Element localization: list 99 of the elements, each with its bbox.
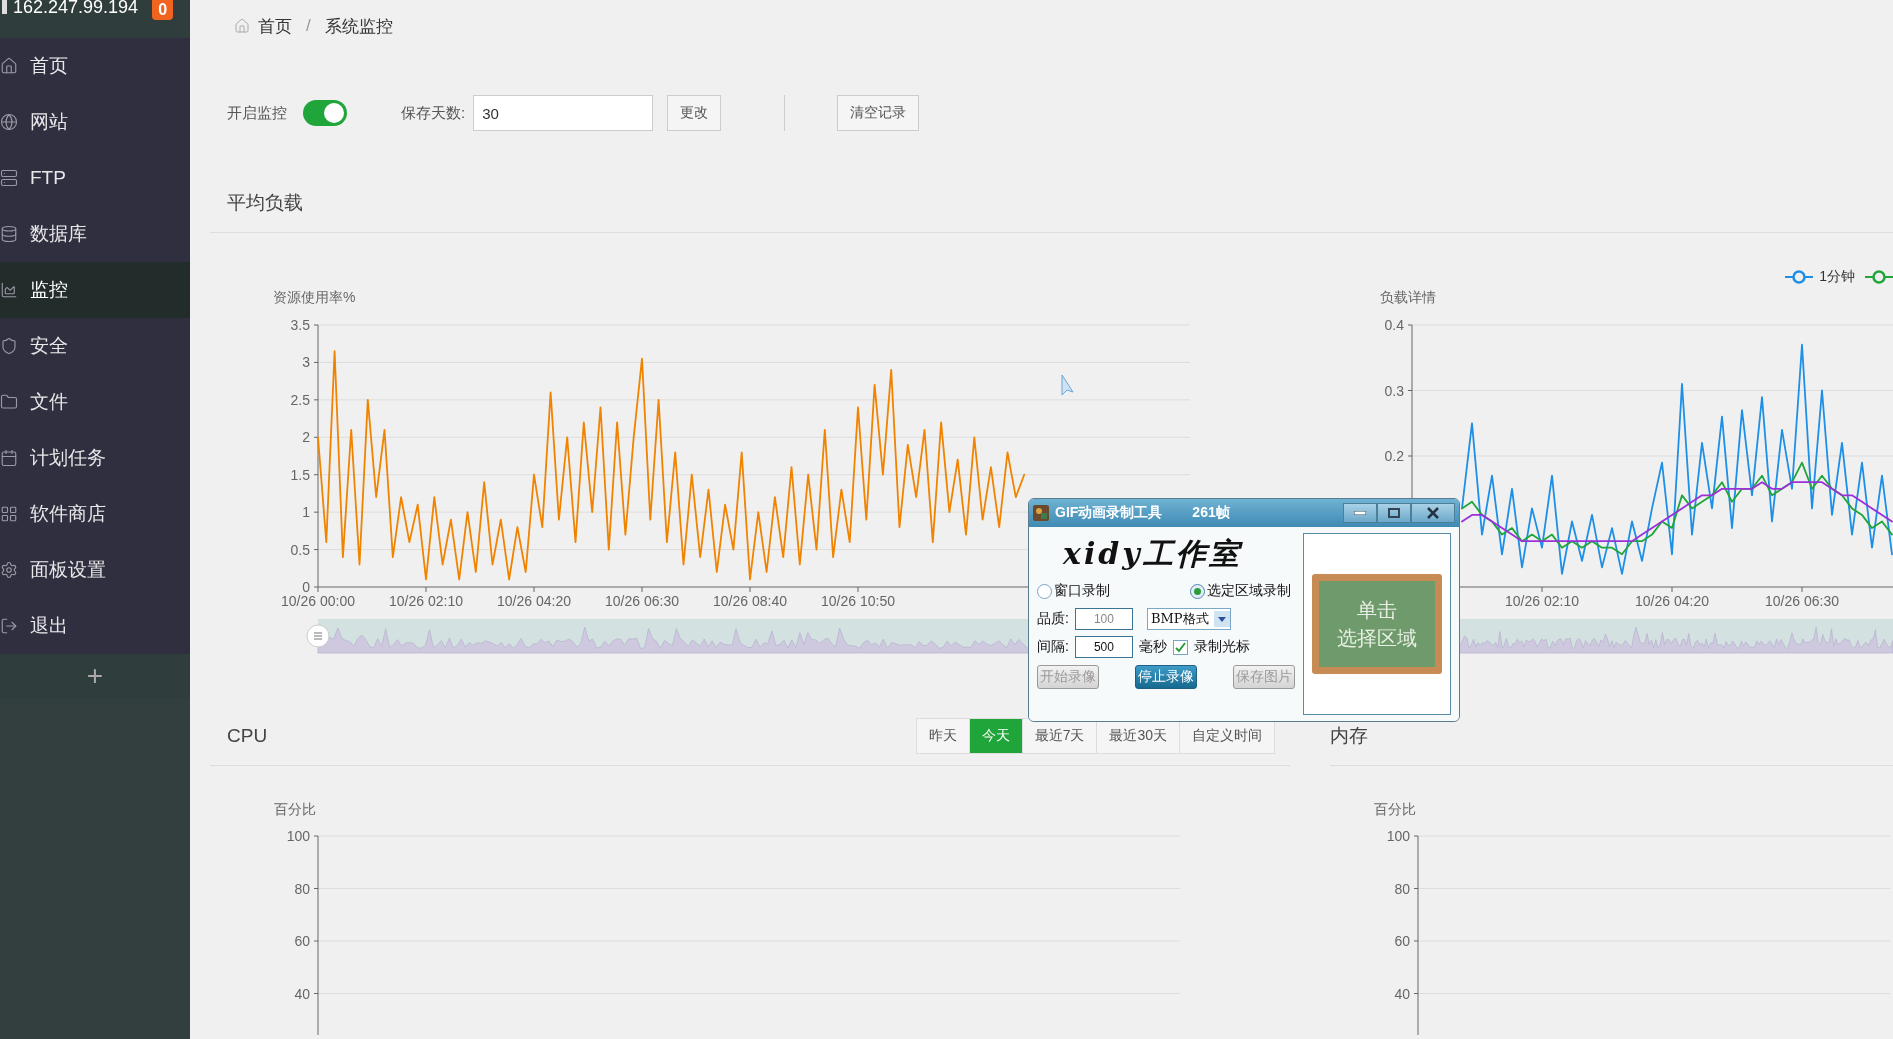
add-button[interactable]: + xyxy=(0,654,190,698)
days-label: 保存天数: xyxy=(401,103,466,123)
sidebar-item[interactable]: 数据库 xyxy=(0,206,190,262)
tick-label: 2.5 xyxy=(290,391,310,408)
radio-button[interactable] xyxy=(1190,583,1205,599)
notification-badge: 0 xyxy=(152,0,174,20)
tick-label: 10/26 10:50 xyxy=(821,593,895,609)
logout-icon xyxy=(0,617,18,635)
sidebar-item[interactable]: 计划任务 xyxy=(0,430,190,486)
days-input[interactable]: 30 xyxy=(473,95,654,131)
tick-label: 80 xyxy=(1394,880,1410,897)
close-button[interactable] xyxy=(1411,503,1455,523)
sidebar-item[interactable]: 退出 xyxy=(0,598,190,654)
radio-label: 选定区域录制 xyxy=(1207,582,1291,600)
tick-label: 100 xyxy=(1386,828,1410,844)
tick-label: 10/26 04:20 xyxy=(1635,593,1709,609)
calendar-icon xyxy=(0,449,18,467)
quality-label: 品质: xyxy=(1037,610,1069,628)
legend-label: 1分钟 xyxy=(1819,268,1855,286)
tick-label: 3 xyxy=(302,354,310,371)
tick-label: 0.2 xyxy=(1384,448,1404,464)
tick-label: 100 xyxy=(286,828,310,844)
tick-label: 1.5 xyxy=(290,466,310,483)
sidebar-item[interactable]: 监控 xyxy=(0,262,190,318)
tick-label: 1 xyxy=(302,504,310,521)
tick-label: 60 xyxy=(1394,933,1410,949)
section-title: 平均负载 xyxy=(227,191,303,215)
legend-marker-icon[interactable] xyxy=(1785,270,1814,284)
cursor-icon xyxy=(1061,374,1074,396)
tick-label: 60 xyxy=(294,933,310,949)
database-icon xyxy=(0,225,18,243)
breadcrumb-link[interactable]: 首页 xyxy=(258,14,292,38)
radio-label: 窗口录制 xyxy=(1054,582,1110,600)
tick-label: 40 xyxy=(1394,985,1410,1002)
tick-label: 10/26 08:40 xyxy=(713,593,787,609)
settings-icon xyxy=(0,561,18,579)
interval-input[interactable]: 500 xyxy=(1074,636,1133,658)
interval-unit: 毫秒 xyxy=(1138,638,1167,656)
sidebar-item[interactable]: FTP xyxy=(0,150,190,206)
close-icon xyxy=(1427,507,1439,519)
range-tab[interactable]: 昨天 xyxy=(916,719,969,753)
cursor-checkbox[interactable] xyxy=(1172,639,1188,655)
clear-button[interactable]: 清空记录 xyxy=(837,95,920,131)
tick-label: 3.5 xyxy=(290,317,310,333)
window-title: GIF动画录制工具 xyxy=(1055,504,1163,522)
tick-label: 10/26 06:30 xyxy=(605,593,679,609)
interval-label: 间隔: xyxy=(1037,638,1069,656)
tick-label: 10/26 04:20 xyxy=(497,593,571,609)
sidebar-item[interactable]: 软件商店 xyxy=(0,486,190,542)
sidebar-item[interactable]: 网站 xyxy=(0,94,190,150)
tick-label: 10/26 02:10 xyxy=(389,593,463,609)
minimize-button[interactable] xyxy=(1343,503,1377,523)
tick-label: 0.5 xyxy=(290,541,310,558)
tick-label: 0.4 xyxy=(1384,317,1404,333)
sidebar-item[interactable]: 首页 xyxy=(0,38,190,94)
host-address: 162.247.99.194 xyxy=(13,0,139,16)
tick-label: 10/26 02:10 xyxy=(1505,593,1579,609)
tick-label: 10/26 00:00 xyxy=(281,593,355,609)
caret-icon xyxy=(1213,611,1230,627)
tick-label: 40 xyxy=(294,985,310,1002)
recorder-button[interactable]: 停止录像 xyxy=(1135,665,1197,689)
radio-button[interactable] xyxy=(1037,583,1052,599)
format-select[interactable]: BMP格式 xyxy=(1146,608,1231,630)
studio-logo: xidy工作室 xyxy=(1062,534,1244,573)
sidebar-item[interactable]: 面板设置 xyxy=(0,542,190,598)
section-title: 内存 xyxy=(1330,724,1368,748)
folder-icon xyxy=(0,393,18,411)
home-icon xyxy=(0,57,18,75)
maximize-button[interactable] xyxy=(1377,503,1411,523)
cursor-label: 录制光标 xyxy=(1193,638,1250,656)
tick-label: 10/26 06:30 xyxy=(1765,593,1839,609)
chart-icon xyxy=(0,281,18,299)
axis-title: 负载详情 xyxy=(1380,289,1436,305)
monitor-label: 开启监控 xyxy=(227,103,287,123)
sidebar-item[interactable]: 文件 xyxy=(0,374,190,430)
maximize-icon xyxy=(1388,508,1400,518)
shield-icon xyxy=(0,337,18,355)
chalkboard-text: 选择区域 xyxy=(1337,625,1417,652)
home-icon xyxy=(234,18,250,34)
breadcrumb-separator: / xyxy=(306,16,311,36)
app-icon xyxy=(1033,505,1049,521)
legend-marker-icon[interactable] xyxy=(1865,270,1893,284)
sidebar-item[interactable]: 安全 xyxy=(0,318,190,374)
globe-icon xyxy=(0,113,18,131)
tick-label: 2 xyxy=(302,429,310,446)
frame-count: 261帧 xyxy=(1192,504,1230,522)
axis-title: 百分比 xyxy=(1374,801,1416,817)
tick-label: 80 xyxy=(294,880,310,897)
section-title: CPU xyxy=(227,725,268,747)
minimize-icon xyxy=(1354,511,1366,515)
monitor-toggle[interactable] xyxy=(303,100,347,126)
axis-title: 百分比 xyxy=(274,801,316,817)
slider-handle[interactable] xyxy=(306,624,330,648)
chalkboard-text: 单击 xyxy=(1357,597,1397,624)
tick-label: 0.3 xyxy=(1384,382,1404,399)
axis-title: 资源使用率% xyxy=(273,289,356,305)
tick-label: 0 xyxy=(302,579,310,595)
change-button[interactable]: 更改 xyxy=(667,95,722,131)
grid-icon xyxy=(0,505,18,523)
